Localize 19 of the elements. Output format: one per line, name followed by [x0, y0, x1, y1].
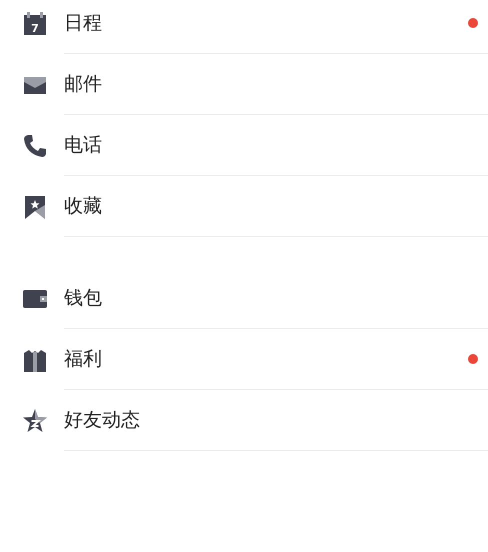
menu-label: 邮件 [64, 72, 103, 97]
menu-label: 钱包 [64, 286, 103, 311]
star-icon [23, 408, 47, 432]
menu-item[interactable]: 钱包 [0, 268, 488, 329]
menu-label: 好友动态 [64, 408, 141, 433]
menu-label: 电话 [64, 133, 103, 158]
menu-item[interactable]: 电话 [0, 115, 488, 176]
menu-label: 福利 [64, 347, 103, 372]
menu-item[interactable]: 邮件 [0, 54, 488, 115]
menu-label: 收藏 [64, 194, 103, 219]
menu-item[interactable]: 福利 [0, 329, 488, 390]
menu-item[interactable]: 7 日程 [0, 0, 488, 54]
calendar-icon: 7 [23, 12, 47, 36]
gift-icon [23, 348, 47, 372]
menu-item[interactable]: 收藏 [0, 176, 488, 237]
menu-item[interactable]: 好友动态 [0, 390, 488, 451]
phone-icon [23, 134, 47, 158]
bookmark-star-icon [23, 194, 47, 218]
menu-label: 日程 [64, 11, 103, 36]
